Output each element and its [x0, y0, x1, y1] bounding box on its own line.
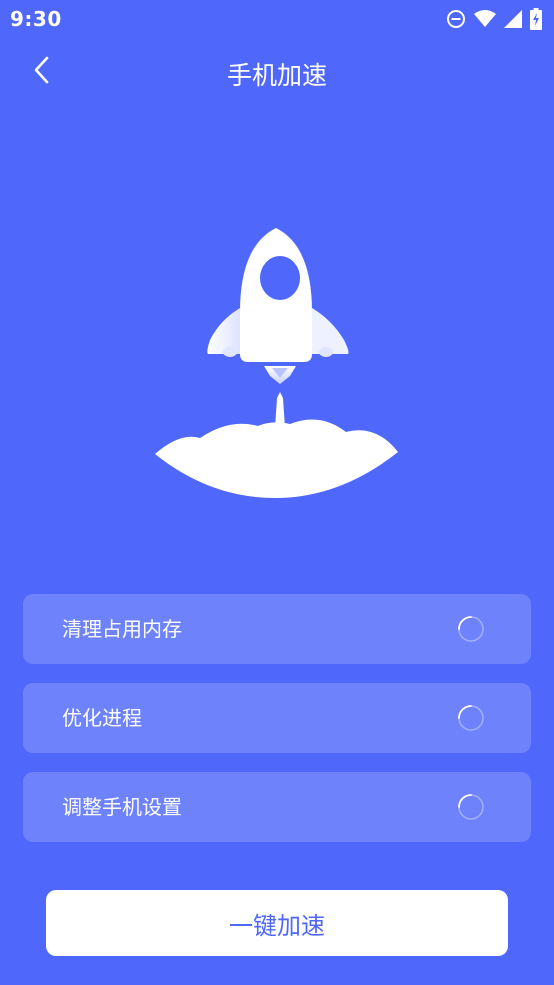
- do-not-disturb-icon: [446, 9, 466, 29]
- app-bar: 手机加速: [0, 44, 554, 100]
- status-bar: 9:30: [0, 0, 554, 38]
- task-list: 清理占用内存 优化进程 调整手机设置: [23, 594, 531, 861]
- page-title: 手机加速: [226, 61, 327, 90]
- status-time: 9:30: [10, 7, 62, 31]
- task-label: 清理占用内存: [62, 617, 182, 641]
- task-label: 优化进程: [62, 706, 142, 730]
- loading-spinner-icon: [457, 704, 485, 732]
- task-item-adjust-settings: 调整手机设置: [23, 772, 531, 842]
- battery-charging-icon: [530, 8, 542, 30]
- loading-spinner-icon: [457, 615, 485, 643]
- status-icons: [446, 7, 542, 31]
- signal-icon: [504, 10, 522, 28]
- task-item-optimize-process: 优化进程: [23, 683, 531, 753]
- one-tap-boost-button[interactable]: 一键加速: [46, 890, 508, 956]
- wifi-icon: [474, 10, 496, 28]
- task-label: 调整手机设置: [62, 795, 182, 819]
- rocket-launch-illustration: [140, 220, 412, 510]
- task-item-clear-memory: 清理占用内存: [23, 594, 531, 664]
- loading-spinner-icon: [457, 793, 485, 821]
